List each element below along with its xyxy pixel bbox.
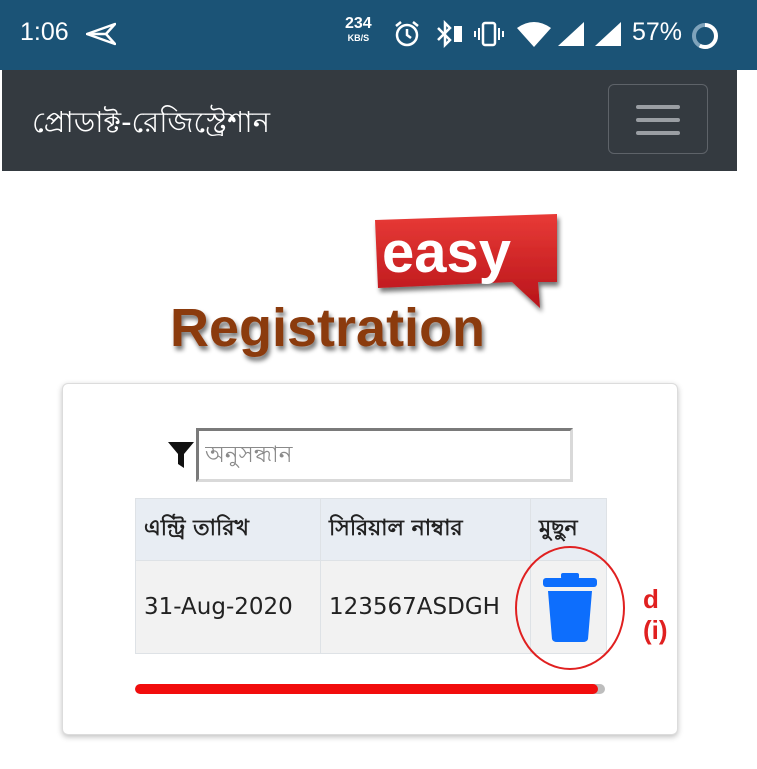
alarm-icon: [395, 21, 419, 47]
annotation-label: d (i): [643, 584, 668, 645]
hamburger-menu-icon-bar: [636, 131, 680, 135]
easy-registration-logo: easy Registration: [170, 214, 557, 358]
network-speed: 234 KB/S: [345, 16, 372, 43]
scroll-progress-bar[interactable]: [135, 684, 605, 694]
header-entry-date[interactable]: এন্ট্রি তারিখ: [135, 498, 321, 561]
status-bar: 1:06 234 KB/S 57%: [0, 0, 757, 70]
network-speed-unit: KB/S: [347, 33, 370, 43]
hamburger-menu-icon: [636, 105, 680, 109]
send-icon: [86, 22, 116, 46]
table-header-row: এন্ট্রি তারিখ সিরিয়াল নাম্বার মুছুন: [135, 498, 607, 561]
annotation-circle: [515, 546, 625, 670]
hamburger-menu-button[interactable]: [608, 84, 708, 154]
progress-fill: [135, 684, 598, 694]
registration-card: এন্ট্রি তারিখ সিরিয়াল নাম্বার মুছুন 31-…: [62, 383, 678, 735]
signal-icon-2: [595, 22, 621, 46]
logo-registration-text: Registration: [170, 298, 485, 358]
signal-icon: [558, 22, 584, 46]
search-input[interactable]: [196, 428, 573, 482]
wifi-icon: [517, 22, 551, 47]
status-time: 1:06: [20, 18, 69, 46]
vibrate-icon: [474, 21, 504, 47]
cell-entry-date: 31-Aug-2020: [135, 560, 321, 654]
bluetooth-icon: [437, 20, 462, 48]
header-serial-number[interactable]: সিরিয়াল নাম্বার: [320, 498, 531, 561]
battery-ring-icon: [692, 23, 718, 49]
cell-serial-number: 123567ASDGH: [320, 560, 531, 654]
navbar-brand[interactable]: প্রোডাক্ট-রেজিস্ট্রেশান: [32, 100, 270, 149]
filter-icon: [168, 442, 194, 468]
battery-percent: 57%: [632, 18, 683, 46]
network-speed-value: 234: [345, 15, 372, 32]
hamburger-menu-icon-bar: [636, 118, 680, 122]
app-navbar: প্রোডাক্ট-রেজিস্ট্রেশান: [2, 70, 737, 171]
logo-easy-text: easy: [382, 220, 511, 285]
